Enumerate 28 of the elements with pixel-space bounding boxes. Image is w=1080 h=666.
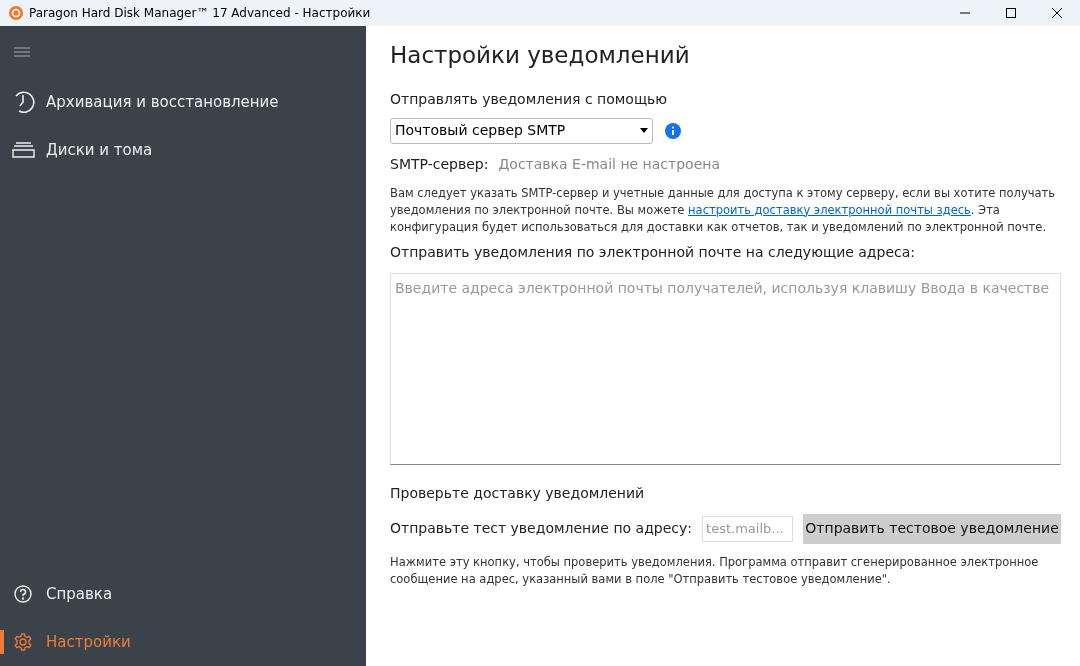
test-address-label: Отправьте тест уведомление по адресу: [390,519,693,538]
hint-text: Нажмите эту кнопку, чтобы проверить уведомления. Программа отправит сгенерированное электронное сообщение на адрес, указанный вами в поле "Отправить тестовое уведомление". [390,553,1040,588]
smtp-status: Доставка E-mail не настроена [498,154,720,174]
maximize-icon[interactable] [1006,8,1016,18]
app-logo-icon [9,6,23,20]
caret-icon [640,128,648,133]
send-test-button[interactable]: Отправить тестовое уведомление [803,513,1061,544]
smtp-label: SMTP-сервер: [390,154,489,174]
test-address-field[interactable]: test.mailb... [702,515,794,542]
field-label: Отправлять уведомления с помощью [390,89,669,109]
settings-link[interactable]: настроить доставку электронной почты здесь [688,202,971,217]
close-icon[interactable] [1052,8,1062,18]
menu-icon[interactable] [14,46,30,58]
window-title: Paragon Hard Disk Manager™ 17 Advanced - Настройки [29,5,371,22]
disk-stack-icon [11,142,35,158]
sidebar-item[interactable]: Справка [46,582,113,606]
sidebar-item[interactable]: Настройки [46,630,131,654]
recipients-field[interactable]: Введите адреса электронной почты получателей, используя клавишу Ввода в качестве [390,272,1061,465]
sidebar-item[interactable]: Архивация и восстановление [46,90,279,114]
recipients-label: Отправить уведомления по электронной почте на следующие адреса: [390,242,917,262]
sidebar-item[interactable]: Диски и тома [46,138,153,162]
page-title: Настройки уведомлений [390,41,691,70]
description-text: Вам следует указать SMTP-сервер и учетные данные для доступа к этому серверу, если вы хотите получать уведомления по электронной почте. Вы можете настроить доставку электронной почты здесь. Эта конфигурация будет использоваться для доставки как отчетов, так и уведомлений по электронной почте. [390,184,1057,236]
settings-icon [14,633,32,651]
dropdown[interactable]: Почтовый сервер SMTP [390,117,653,144]
info-icon[interactable] [665,122,681,139]
help-icon [14,585,32,603]
section-heading: Проверьте доставку уведомлений [390,483,646,503]
